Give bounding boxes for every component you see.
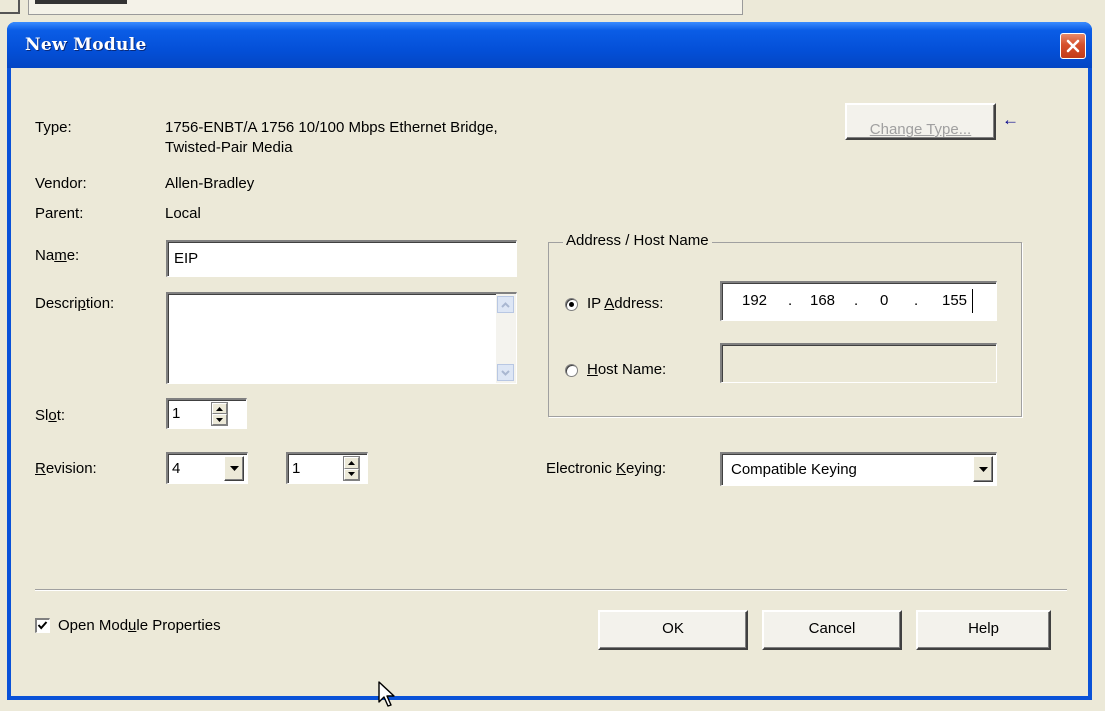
mouse-cursor-icon: [378, 681, 395, 707]
ip-dot: .: [854, 292, 859, 309]
chevron-up-icon: [501, 301, 510, 308]
revision-label: Revision:: [35, 460, 97, 477]
revision-minor-spinner[interactable]: [343, 456, 360, 481]
chevron-down-icon: [501, 369, 510, 376]
open-module-properties-label: Open Module Properties: [58, 617, 221, 634]
spin-down-icon: [216, 417, 223, 422]
spin-down-button[interactable]: [212, 414, 227, 425]
change-type-label: Change Type...: [869, 121, 972, 138]
slot-spinner[interactable]: [211, 402, 228, 426]
host-name-input[interactable]: [720, 343, 997, 383]
help-label: Help: [968, 620, 999, 637]
slot-label: Slot:: [35, 407, 66, 424]
revision-minor-spinbox[interactable]: 1: [286, 452, 368, 484]
spin-down-button[interactable]: [344, 468, 359, 480]
address-group-title: Address / Host Name: [563, 232, 712, 249]
slot-spinbox[interactable]: 1: [166, 398, 247, 429]
ip-address-input[interactable]: 192 . 168 . 0 . 155: [720, 281, 997, 321]
spin-up-button[interactable]: [212, 403, 227, 414]
scroll-down-button[interactable]: [497, 364, 514, 381]
new-module-dialog: New Module Type: 1756-ENBT/A 1756 10/100…: [7, 22, 1092, 700]
footer-separator: [35, 589, 1067, 591]
description-label: Description:: [35, 295, 115, 312]
spin-up-button[interactable]: [344, 457, 359, 469]
spin-up-icon: [216, 406, 223, 411]
type-value-line1: 1756-ENBT/A 1756 10/100 Mbps Ethernet Br…: [165, 119, 498, 136]
ip-octet-3: 0: [880, 292, 889, 309]
name-input-value: EIP: [174, 250, 199, 267]
ip-octet-1: 192: [742, 292, 768, 309]
ip-dot: .: [788, 292, 793, 309]
scroll-up-button[interactable]: [497, 296, 514, 313]
host-name-label: Host Name:: [587, 361, 667, 378]
change-type-button[interactable]: Change Type...: [845, 103, 996, 140]
cancel-label: Cancel: [808, 620, 856, 637]
revision-major-select[interactable]: 4: [166, 452, 248, 484]
electronic-keying-dropdown-button[interactable]: [973, 456, 993, 482]
close-button[interactable]: [1060, 33, 1086, 59]
close-icon: [1066, 39, 1080, 53]
description-scrollbar[interactable]: [496, 294, 516, 383]
background-window-corner: [0, 0, 20, 14]
background-window-field: [28, 0, 743, 15]
ip-dot: .: [914, 292, 919, 309]
open-module-properties-checkbox[interactable]: [35, 618, 50, 633]
slot-value: 1: [172, 405, 181, 422]
address-group-box: [548, 242, 1022, 417]
checkmark-icon: [37, 621, 48, 630]
revision-major-value: 4: [172, 460, 181, 477]
revision-minor-value: 1: [292, 460, 301, 477]
cancel-button[interactable]: Cancel: [762, 610, 902, 650]
vendor-value: Allen-Bradley: [165, 175, 255, 192]
dropdown-arrow-icon: [978, 466, 988, 472]
dropdown-arrow-icon: [229, 466, 239, 471]
left-arrow-icon: ←: [1002, 110, 1019, 129]
parent-label: Parent:: [35, 205, 84, 222]
text-caret: [972, 289, 973, 313]
name-input[interactable]: EIP: [166, 240, 517, 277]
ip-octet-4: 155: [942, 292, 968, 309]
type-label: Type:: [35, 119, 72, 136]
title-bar[interactable]: New Module: [7, 22, 1092, 68]
help-button[interactable]: Help: [916, 610, 1051, 650]
ok-label: OK: [662, 620, 684, 637]
ip-address-radio[interactable]: [565, 298, 578, 311]
dialog-title: New Module: [25, 35, 147, 55]
description-textarea[interactable]: [166, 292, 517, 384]
background-window-bottom: [0, 700, 1105, 711]
parent-value: Local: [165, 205, 201, 222]
spin-up-icon: [348, 460, 355, 465]
ok-button[interactable]: OK: [598, 610, 748, 650]
ip-address-label: IP Address:: [587, 295, 664, 312]
spin-down-icon: [348, 472, 355, 477]
type-value-line2: Twisted-Pair Media: [165, 139, 293, 156]
dialog-client-area: Type: 1756-ENBT/A 1756 10/100 Mbps Ether…: [11, 68, 1088, 696]
name-label: Name:: [35, 247, 80, 264]
electronic-keying-value: Compatible Keying: [731, 461, 857, 478]
electronic-keying-label: Electronic Keying:: [546, 460, 667, 477]
revision-major-dropdown-button[interactable]: [224, 456, 244, 481]
electronic-keying-select[interactable]: Compatible Keying: [720, 452, 997, 486]
vendor-label: Vendor:: [35, 175, 87, 192]
ip-octet-2: 168: [810, 292, 836, 309]
host-name-radio[interactable]: [565, 364, 578, 377]
